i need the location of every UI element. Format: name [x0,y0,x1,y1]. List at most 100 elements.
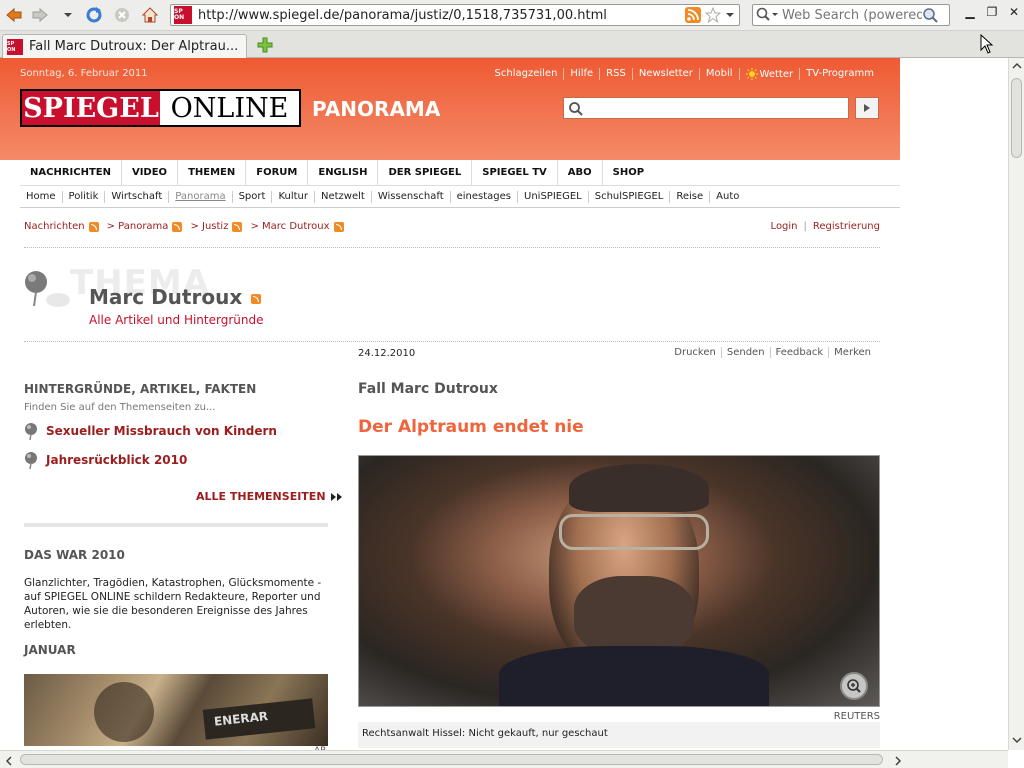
scroll-right-icon[interactable] [894,756,902,766]
photo-credit: REUTERS [833,711,880,722]
web-search-box[interactable] [752,4,950,26]
breadcrumb-marc-dutroux[interactable]: > Marc Dutroux [250,221,329,232]
breadcrumb-panorama[interactable]: > Panorama [107,221,169,232]
subnav-unispiegel[interactable]: UniSPIEGEL [518,190,589,203]
link-hilfe[interactable]: Hilfe [563,68,599,80]
thema-pin-icon [25,271,70,307]
browser-tab[interactable]: SP ON Fall Marc Dutroux: Der Alptrau... [2,34,247,58]
url-dropdown-icon[interactable] [725,11,735,19]
nav-shop[interactable]: SHOP [603,160,654,186]
all-themes-link[interactable]: ALLE THEMENSEITEN [196,490,344,503]
mouse-cursor-icon [980,34,994,54]
nav-der-spiegel[interactable]: DER SPIEGEL [378,159,473,186]
subnav-politik[interactable]: Politik [63,190,106,203]
breadcrumb-justiz[interactable]: > Justiz [190,221,228,232]
nav-spiegel-tv[interactable]: SPIEGEL TV [472,159,558,186]
search-icon[interactable] [922,7,938,23]
minimize-button[interactable]: ▁ [962,4,978,20]
vertical-scrollbar[interactable] [1008,58,1024,750]
subnav-netzwelt[interactable]: Netzwelt [315,190,372,203]
senden-link[interactable]: Senden [720,347,770,358]
vertical-scroll-thumb[interactable] [1011,78,1022,158]
close-window-button[interactable]: ✕ [1006,4,1022,20]
home-button[interactable] [140,5,160,25]
subnav-einestages[interactable]: einestages [451,190,519,203]
link-wetter[interactable]: Wetter [738,68,800,80]
link-newsletter[interactable]: Newsletter [631,68,699,80]
subnav-wissenschaft[interactable]: Wissenschaft [372,190,451,203]
scroll-left-icon[interactable] [5,756,13,766]
feedback-link[interactable]: Feedback [769,347,829,358]
history-dropdown[interactable] [58,5,78,25]
auth-separator: | [803,221,807,232]
link-rss[interactable]: RSS [599,68,632,80]
spiegel-online-logo[interactable]: SPIEGEL ONLINE [20,89,301,127]
article-date: 24.12.2010 [358,348,416,359]
drucken-link[interactable]: Drucken [669,347,721,358]
zoom-icon[interactable] [840,672,868,700]
januar-photo[interactable]: ENERAR [24,674,328,746]
register-link[interactable]: Registrierung [813,221,880,232]
logo-online: ONLINE [170,92,289,124]
web-search-input[interactable] [782,7,922,23]
horizontal-scrollbar[interactable] [0,750,1008,768]
januar-heading: JANUAR [24,643,76,657]
rss-feed-icon[interactable] [685,7,701,23]
search-icon [569,102,583,116]
breadcrumb-nachrichten[interactable]: Nachrichten [24,221,85,232]
nav-nachrichten[interactable]: NACHRICHTEN [20,159,122,186]
nav-abo[interactable]: ABO [558,159,603,186]
back-button[interactable] [4,5,24,25]
subnav-panorama[interactable]: Panorama [169,190,233,203]
site-search-button[interactable] [855,97,879,119]
page-gutter [900,58,1008,750]
tab-favicon-icon: SP ON [7,38,23,55]
thema-title-text: Marc Dutroux [89,285,243,309]
rss-icon[interactable] [88,221,99,232]
nav-video[interactable]: VIDEO [122,159,179,186]
search-engine-icon[interactable] [756,7,778,23]
header-date: Sonntag, 6. Februar 2011 [20,68,148,79]
reload-button[interactable] [84,5,104,25]
scroll-down-icon[interactable] [1012,736,1022,744]
article-photo[interactable] [358,455,880,707]
theme-link-label: Sexueller Missbrauch von Kindern [46,424,277,438]
link-tv-programm[interactable]: TV-Programm [799,68,880,80]
maximize-button[interactable]: ❐ [984,4,1000,20]
subnav-home[interactable]: Home [20,190,63,203]
site-search-input[interactable] [563,97,849,119]
url-text[interactable]: http://www.spiegel.de/panorama/justiz/0,… [198,8,685,23]
theme-link-missbrauch[interactable]: Sexueller Missbrauch von Kindern [24,422,277,440]
rss-icon[interactable] [172,221,183,232]
thema-subtitle-link[interactable]: Alle Artikel und Hintergründe [89,313,264,327]
subnav-wirtschaft[interactable]: Wirtschaft [105,190,170,203]
nav-english[interactable]: ENGLISH [308,159,379,186]
stop-button[interactable] [112,5,132,25]
theme-link-jahresrueckblick[interactable]: Jahresrückblick 2010 [24,451,187,469]
chevron-right-icon [864,104,870,112]
subnav-kultur[interactable]: Kultur [272,190,315,203]
subnav-reise[interactable]: Reise [670,190,711,203]
login-link[interactable]: Login [771,221,798,232]
bookmark-star-icon[interactable] [705,7,721,23]
nav-forum[interactable]: FORUM [246,159,309,186]
section-title[interactable]: PANORAMA [312,97,440,121]
scroll-up-icon[interactable] [1012,62,1022,70]
subnav-schulspiegel[interactable]: SchulSPIEGEL [589,190,671,203]
link-mobil[interactable]: Mobil [698,68,739,80]
rss-icon[interactable] [333,221,344,232]
nav-themen[interactable]: THEMEN [178,159,247,186]
merken-link[interactable]: Merken [828,347,876,358]
rss-icon[interactable] [251,294,262,304]
subnav-sport[interactable]: Sport [233,190,273,203]
auth-links: Login | Registrierung [771,221,880,232]
breadcrumb: Nachrichten > Panorama > Justiz > Marc D… [24,221,352,232]
new-tab-button[interactable] [256,36,274,54]
sub-navigation: Home Politik Wirtschaft Panorama Sport K… [20,186,900,208]
subnav-auto[interactable]: Auto [710,191,745,203]
link-schlagzeilen[interactable]: Schlagzeilen [489,68,564,80]
horizontal-scroll-thumb[interactable] [20,754,883,765]
forward-button[interactable] [30,5,50,25]
url-bar[interactable]: SP ON http://www.spiegel.de/panorama/jus… [170,4,740,26]
rss-icon[interactable] [232,221,243,232]
